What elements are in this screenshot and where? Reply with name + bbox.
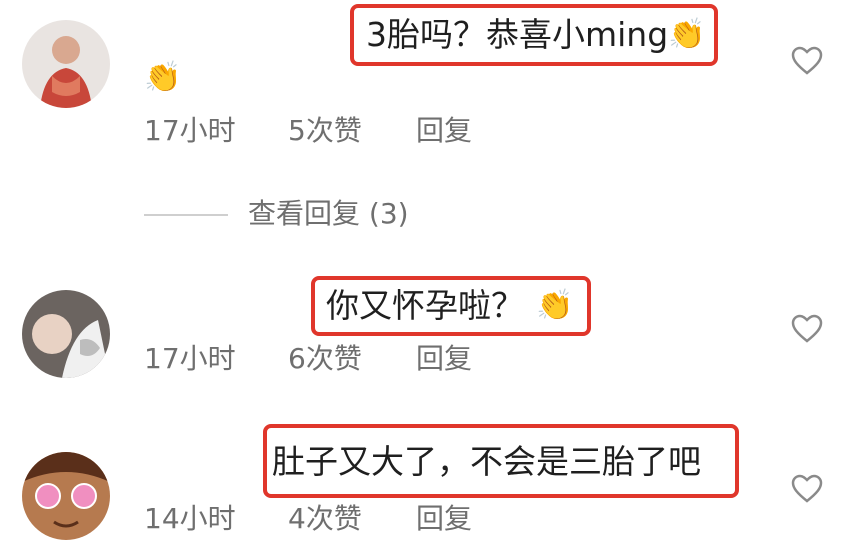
avatar[interactable] [22, 290, 110, 378]
clapping-hands-icon: 👏 [144, 60, 182, 95]
reply-button[interactable]: 回复 [416, 502, 472, 536]
clapping-hands-icon: 👏 [668, 17, 706, 52]
like-count[interactable]: 5次赞 [288, 114, 362, 148]
heart-icon[interactable] [791, 314, 823, 344]
avatar[interactable] [22, 452, 110, 540]
clapping-hands-icon: 👏 [536, 288, 574, 323]
like-count[interactable]: 6次赞 [288, 342, 362, 376]
comment-text-content: 你又怀孕啦？ [326, 286, 524, 325]
comment-time: 17小时 [144, 342, 236, 375]
comment-text: 肚子又大了，不会是三胎了吧 [272, 442, 701, 481]
avatar[interactable] [22, 20, 110, 108]
comment-text: 你又怀孕啦？ 👏 [326, 286, 573, 326]
comment-text: 3胎吗？恭喜小ming👏 [366, 15, 706, 55]
comment-text-content: 3胎吗？恭喜小ming [366, 15, 669, 54]
heart-icon[interactable] [791, 46, 823, 76]
comment-time: 14小时 [144, 502, 236, 535]
reply-divider [144, 214, 228, 216]
comment-time: 17小时 [144, 114, 236, 147]
reply-button[interactable]: 回复 [416, 342, 472, 376]
heart-icon[interactable] [791, 474, 823, 504]
reply-button[interactable]: 回复 [416, 114, 472, 148]
comment-text-line2: 👏 [144, 58, 181, 98]
view-replies-link[interactable]: 查看回复 (3) [248, 197, 409, 231]
like-count[interactable]: 4次赞 [288, 502, 362, 536]
